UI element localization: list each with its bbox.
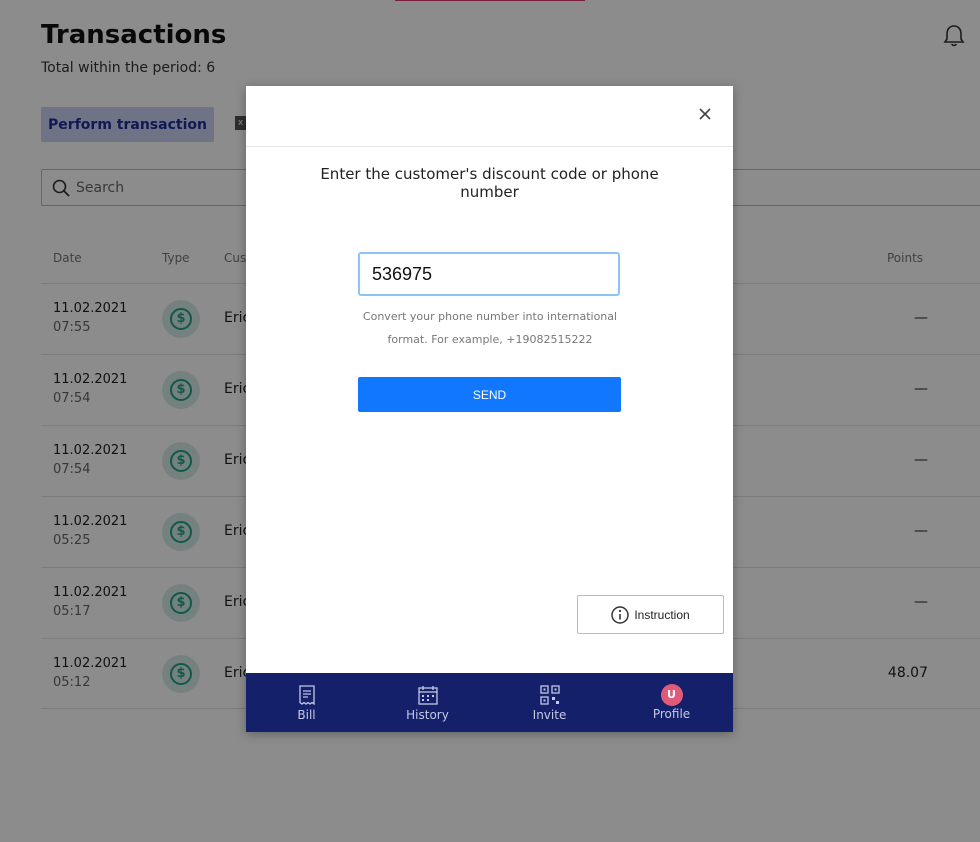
avatar: U — [660, 684, 683, 706]
receipt-icon — [298, 685, 315, 705]
calendar-icon — [417, 686, 438, 705]
instruction-label: Instruction — [634, 607, 690, 622]
modal-header — [246, 86, 733, 147]
discount-code-modal: Enter the customer's discount code or ph… — [246, 86, 733, 732]
instruction-button[interactable]: Instruction — [577, 595, 724, 634]
nav-item-history[interactable]: History — [367, 673, 488, 732]
format-hint: Convert your phone number into internati… — [362, 310, 618, 346]
info-icon — [611, 605, 630, 624]
nav-label-history: History — [406, 708, 449, 722]
qr-code-icon — [539, 685, 560, 705]
nav-item-profile[interactable]: U Profile — [611, 673, 732, 732]
close-icon[interactable] — [696, 105, 714, 123]
send-button[interactable]: SEND — [358, 377, 621, 412]
bottom-nav: Bill History Invite U Profile — [246, 673, 733, 732]
nav-label-bill: Bill — [297, 708, 316, 722]
nav-label-profile: Profile — [652, 707, 691, 721]
nav-label-invite: Invite — [532, 708, 567, 722]
modal-prompt: Enter the customer's discount code or ph… — [320, 165, 659, 201]
nav-item-bill[interactable]: Bill — [246, 673, 367, 732]
discount-code-input[interactable] — [358, 252, 620, 296]
nav-item-invite[interactable]: Invite — [489, 673, 610, 732]
